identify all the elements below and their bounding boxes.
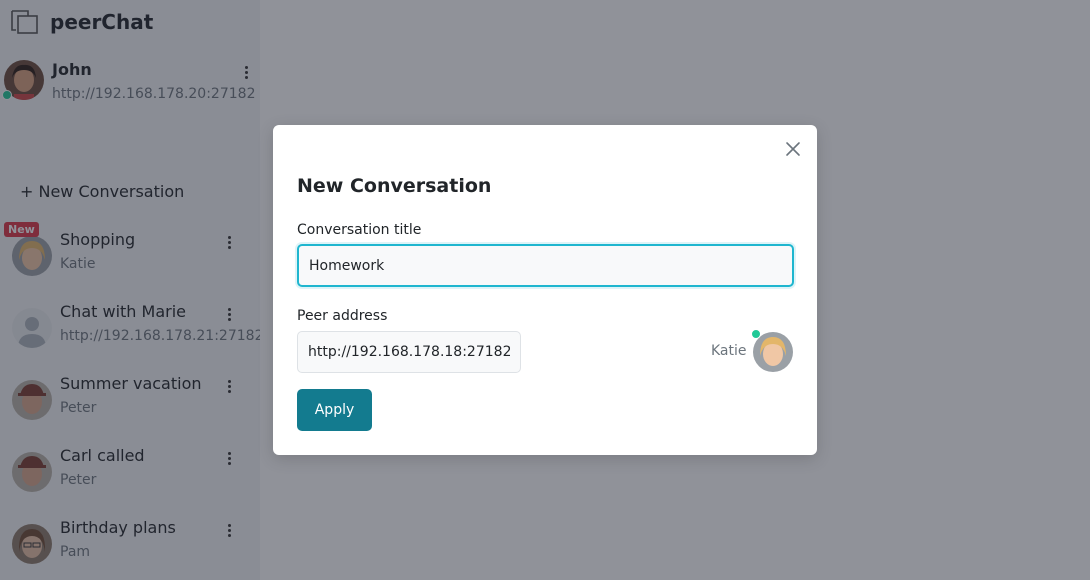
dialog-title: New Conversation <box>297 175 492 197</box>
conversation-title-input[interactable] <box>297 244 794 287</box>
new-conversation-dialog: New Conversation Conversation title Peer… <box>273 125 817 455</box>
peer-name: Katie <box>711 343 747 359</box>
conversation-title-label: Conversation title <box>297 222 422 238</box>
peer-address-input[interactable] <box>297 331 521 373</box>
peer-address-label: Peer address <box>297 308 388 324</box>
online-status-icon <box>751 329 761 339</box>
apply-button[interactable]: Apply <box>297 389 372 431</box>
close-icon[interactable] <box>785 141 801 157</box>
